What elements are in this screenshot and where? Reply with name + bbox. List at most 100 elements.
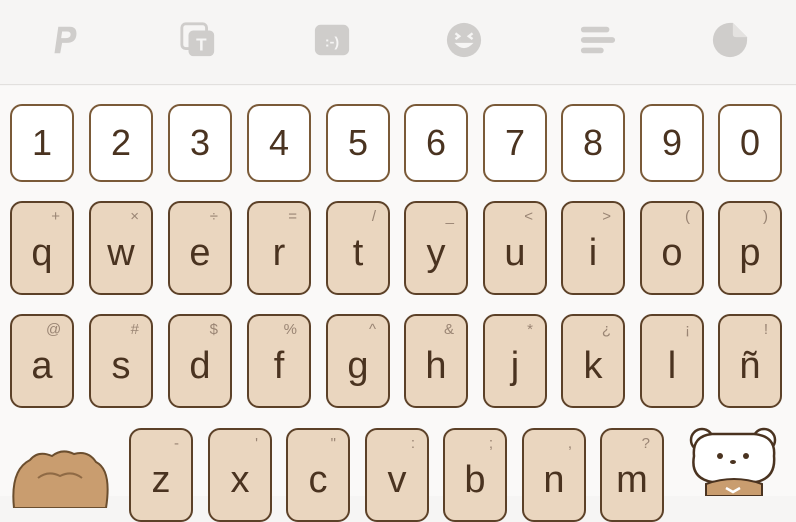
key-label: c	[308, 458, 328, 501]
key-label: k	[583, 344, 603, 387]
key-o[interactable]: (o	[640, 201, 704, 295]
key-v[interactable]: :v	[365, 428, 429, 522]
key-1[interactable]: 1	[10, 104, 74, 182]
key-label: x	[230, 458, 250, 501]
key-n[interactable]: ,n	[522, 428, 586, 522]
key-alt: '	[255, 435, 258, 452]
key-6[interactable]: 6	[404, 104, 468, 182]
key-label: j	[510, 344, 520, 387]
key-f[interactable]: % f	[247, 314, 311, 408]
key-alt: (	[685, 208, 690, 225]
key-d[interactable]: $ d	[168, 314, 232, 408]
key-alt: !	[763, 321, 768, 338]
key-label: r	[272, 231, 286, 274]
key-t[interactable]: / t	[326, 201, 390, 295]
key-c[interactable]: " c	[286, 428, 350, 522]
key-y[interactable]: _ y	[404, 201, 468, 295]
key-alt: )	[763, 208, 768, 225]
key-n-tilde[interactable]: ! ñ	[718, 314, 782, 408]
key-3[interactable]: 3	[168, 104, 232, 182]
key-label: 9	[661, 122, 683, 163]
key-label: 1	[31, 122, 53, 163]
key-w[interactable]: × w	[89, 201, 153, 295]
key-7[interactable]: 7	[483, 104, 547, 182]
key-alt: &	[443, 321, 454, 338]
key-z[interactable]: -z	[129, 428, 193, 522]
key-h[interactable]: & h	[404, 314, 468, 408]
key-label: i	[588, 231, 598, 274]
key-alt: _	[445, 208, 454, 225]
key-label: 3	[189, 122, 211, 163]
key-8[interactable]: 8	[561, 104, 625, 182]
text-box-letter: T	[196, 35, 207, 54]
key-alt: ¡	[685, 321, 690, 338]
key-label: n	[543, 458, 565, 501]
key-4[interactable]: 4	[247, 104, 311, 182]
emoticon-icon[interactable]: :-)	[312, 20, 352, 60]
emoji-icon[interactable]	[444, 20, 484, 60]
key-label: p	[739, 231, 761, 274]
key-label: e	[189, 231, 211, 274]
key-0[interactable]: 0	[718, 104, 782, 182]
paypal-icon[interactable]	[44, 20, 84, 60]
key-x[interactable]: ' x	[208, 428, 272, 522]
menu-icon[interactable]	[578, 20, 618, 60]
key-label: 7	[504, 122, 526, 163]
key-alt: =	[288, 208, 297, 225]
key-label: d	[189, 344, 211, 387]
key-alt: :	[410, 435, 415, 452]
bear-backspace-icon[interactable]	[686, 426, 782, 501]
key-a[interactable]: @ a	[10, 314, 74, 408]
key-l[interactable]: ¡ l	[640, 314, 704, 408]
key-u[interactable]: < u	[483, 201, 547, 295]
paw-shift-icon[interactable]	[8, 448, 112, 513]
key-label: 0	[739, 122, 761, 163]
key-j[interactable]: * j	[483, 314, 547, 408]
key-label: v	[387, 458, 407, 501]
keyboard-toolbar: T :-)	[0, 0, 796, 85]
key-alt: <	[524, 208, 533, 225]
key-alt: "	[330, 435, 336, 452]
key-e[interactable]: ÷ e	[168, 201, 232, 295]
key-alt: $	[209, 321, 218, 338]
key-k[interactable]: ¿ k	[561, 314, 625, 408]
key-alt: >	[602, 208, 611, 225]
key-2[interactable]: 2	[89, 104, 153, 182]
key-label: y	[426, 231, 446, 274]
keyboard: 1 2 3 4 5 6 7 8 9 0 + q × w ÷ e = r / t _ y < u…	[0, 86, 796, 522]
key-label: 6	[425, 122, 447, 163]
key-label: u	[504, 231, 526, 274]
key-label: f	[273, 344, 285, 387]
key-alt: +	[51, 208, 60, 225]
key-label: ñ	[739, 344, 761, 387]
key-label: m	[616, 458, 648, 501]
key-p[interactable]: ) p	[718, 201, 782, 295]
key-alt: @	[46, 321, 62, 338]
key-alt: ,	[567, 435, 572, 452]
key-label: 4	[268, 122, 290, 163]
key-label: t	[352, 231, 364, 274]
key-m[interactable]: ? m	[600, 428, 664, 522]
key-5[interactable]: 5	[326, 104, 390, 182]
text-box-icon[interactable]: T	[178, 20, 218, 60]
key-label: s	[111, 344, 131, 387]
key-q[interactable]: + q	[10, 201, 74, 295]
key-i[interactable]: > i	[561, 201, 625, 295]
key-alt: #	[130, 321, 139, 338]
key-alt: %	[283, 321, 297, 338]
key-label: l	[667, 344, 677, 387]
key-label: h	[425, 344, 447, 387]
key-r[interactable]: = r	[247, 201, 311, 295]
key-g[interactable]: ^ g	[326, 314, 390, 408]
sticker-icon[interactable]	[710, 20, 750, 60]
key-s[interactable]: # s	[89, 314, 153, 408]
key-label: 2	[110, 122, 132, 163]
key-label: 5	[347, 122, 369, 163]
key-label: z	[151, 458, 171, 501]
key-9[interactable]: 9	[640, 104, 704, 182]
key-alt: ÷	[209, 208, 218, 225]
key-label: w	[107, 231, 135, 274]
key-label: 8	[582, 122, 604, 163]
key-b[interactable]: ; b	[443, 428, 507, 522]
key-alt: ^	[368, 321, 376, 338]
